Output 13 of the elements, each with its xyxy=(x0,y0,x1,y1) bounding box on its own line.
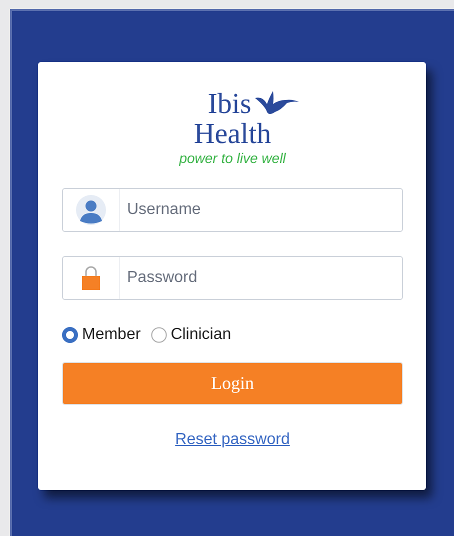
tagline: power to live well xyxy=(179,150,286,166)
radio-button[interactable] xyxy=(150,327,167,343)
user-icon xyxy=(76,195,106,225)
input-field[interactable]: Username xyxy=(62,188,403,232)
logo-text: Health xyxy=(194,120,272,148)
radio-label: Clinician xyxy=(170,326,232,344)
lock-icon xyxy=(82,266,100,290)
radio-label: Member xyxy=(82,326,141,344)
logo-text: Ibis xyxy=(208,90,252,118)
input-field[interactable]: Password xyxy=(62,256,403,300)
reset-password-link[interactable]: Reset password xyxy=(175,431,290,449)
login-button[interactable]: Login xyxy=(62,362,403,405)
radio-button[interactable] xyxy=(62,327,78,343)
